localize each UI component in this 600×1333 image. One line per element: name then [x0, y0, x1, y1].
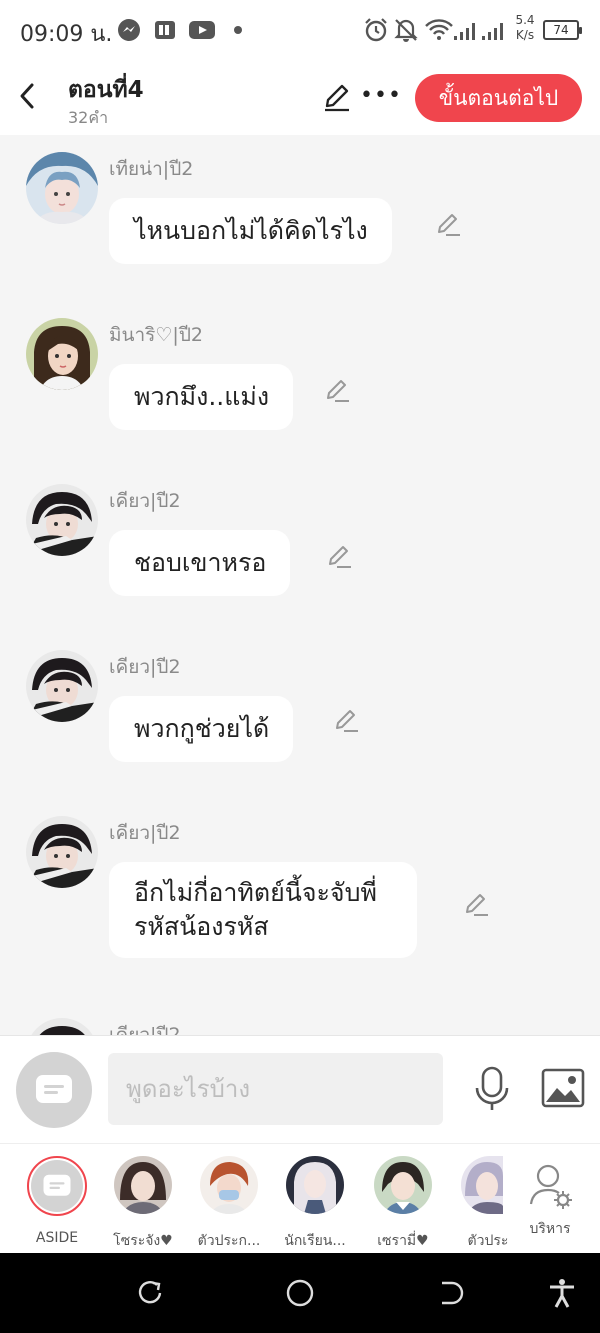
sender-name: มินาริ♡|ปี2 — [109, 324, 203, 346]
character-item[interactable]: เซรามี่♥ — [361, 1156, 445, 1252]
network-speed: 5.4 K/s — [512, 13, 538, 43]
message-bubble[interactable]: อีกไม่กี่อาทิตย์นี้จะจับพี่ รหัสน้องรหัส — [109, 862, 417, 958]
avatar[interactable] — [26, 816, 98, 888]
character-label: โซระจัง♥ — [113, 1233, 173, 1249]
edit-title-button[interactable] — [322, 82, 352, 112]
avatar — [114, 1156, 172, 1214]
avatar — [461, 1156, 503, 1214]
message-bubble[interactable]: พวกมึง..แม่ง — [109, 364, 294, 430]
character-label: ตัวประก... — [197, 1233, 261, 1249]
character-item[interactable]: ตัวประ — [437, 1156, 517, 1252]
messenger-icon — [118, 19, 140, 41]
edit-message-icon[interactable] — [325, 543, 353, 571]
edit-message-icon[interactable] — [462, 891, 490, 919]
character-label: ASIDE — [35, 1230, 79, 1246]
signal-icon — [454, 23, 503, 40]
chat-bubble-icon — [43, 1174, 71, 1196]
battery-icon: 74 — [543, 20, 582, 40]
chat-area[interactable]: เทียน่า|ปี2 ไหนบอกไม่ได้คิดไรไง มินาริ♡|… — [0, 135, 600, 1035]
accessibility-button[interactable] — [546, 1277, 578, 1309]
edit-message-icon[interactable] — [332, 707, 360, 735]
manage-characters-button[interactable]: บริหาร — [518, 1156, 582, 1240]
aside-toggle-button[interactable] — [16, 1052, 92, 1128]
composer — [0, 1035, 600, 1143]
more-options-button[interactable]: ••• — [360, 80, 401, 110]
network-speed-unit: K/s — [515, 28, 535, 42]
avatar — [374, 1156, 432, 1214]
character-item[interactable]: นักเรียน... — [273, 1156, 357, 1252]
sender-name: เคียว|ปี2 — [109, 822, 181, 844]
avatar[interactable] — [26, 318, 98, 390]
message-bubble[interactable]: ชอบเขาหรอ — [109, 530, 291, 596]
system-nav-bar — [0, 1253, 600, 1333]
clock: 09:09 น. — [20, 22, 113, 47]
alarm-icon — [365, 18, 387, 42]
home-button[interactable] — [284, 1277, 316, 1309]
notification-dot — [234, 26, 242, 34]
page-title: ตอนที่4 — [68, 77, 144, 103]
avatar — [286, 1156, 344, 1214]
sender-name: เคียว|ปี2 — [109, 1024, 181, 1035]
message-bubble[interactable]: ไหนบอกไม่ได้คิดไรไง — [109, 198, 392, 264]
sender-name: เทียน่า|ปี2 — [109, 158, 194, 180]
avatar[interactable] — [26, 152, 98, 224]
edit-message-icon[interactable] — [434, 211, 462, 239]
character-label: เซรามี่♥ — [377, 1233, 429, 1249]
aside-avatar — [27, 1156, 87, 1216]
sender-name: เคียว|ปี2 — [109, 490, 181, 512]
character-aside[interactable]: ASIDE — [15, 1156, 99, 1246]
word-count: 32คำ — [68, 108, 109, 127]
user-settings-icon — [529, 1164, 572, 1209]
message-bubble[interactable]: พวกกูช่วยได้ — [109, 696, 294, 762]
sender-name: เคียว|ปี2 — [109, 656, 181, 678]
avatar[interactable] — [26, 484, 98, 556]
chevron-left-icon — [20, 83, 34, 109]
status-bar: 09:09 น. 5.4 K/s 74 — [0, 0, 600, 62]
character-item[interactable]: โซระจัง♥ — [101, 1156, 185, 1252]
avatar — [200, 1156, 258, 1214]
character-label: ตัวประ — [467, 1233, 509, 1249]
chat-bubble-icon — [36, 1075, 72, 1103]
character-item[interactable]: ตัวประก... — [187, 1156, 271, 1252]
character-label: นักเรียน... — [284, 1233, 346, 1249]
youtube-icon — [189, 21, 215, 39]
header: ตอนที่4 32คำ ••• ขั้นตอนต่อไป — [0, 62, 600, 135]
message-input[interactable] — [108, 1053, 443, 1125]
avatar[interactable] — [26, 1018, 98, 1035]
mute-icon — [394, 19, 418, 42]
back-nav-button[interactable] — [434, 1277, 466, 1309]
character-label: บริหาร — [529, 1221, 571, 1237]
avatar[interactable] — [26, 650, 98, 722]
wifi-icon — [425, 19, 453, 40]
back-button[interactable] — [12, 78, 42, 114]
recent-apps-button[interactable] — [134, 1277, 166, 1309]
microphone-button[interactable] — [472, 1066, 512, 1112]
next-step-button[interactable]: ขั้นตอนต่อไป — [415, 74, 582, 122]
character-selector: ASIDE โซระจัง♥ ตัวประก... นักเรียน... เซ… — [0, 1143, 600, 1253]
network-speed-value: 5.4 — [515, 13, 535, 27]
app-icon — [155, 21, 175, 39]
image-upload-button[interactable] — [541, 1068, 585, 1108]
edit-message-icon[interactable] — [323, 377, 351, 405]
